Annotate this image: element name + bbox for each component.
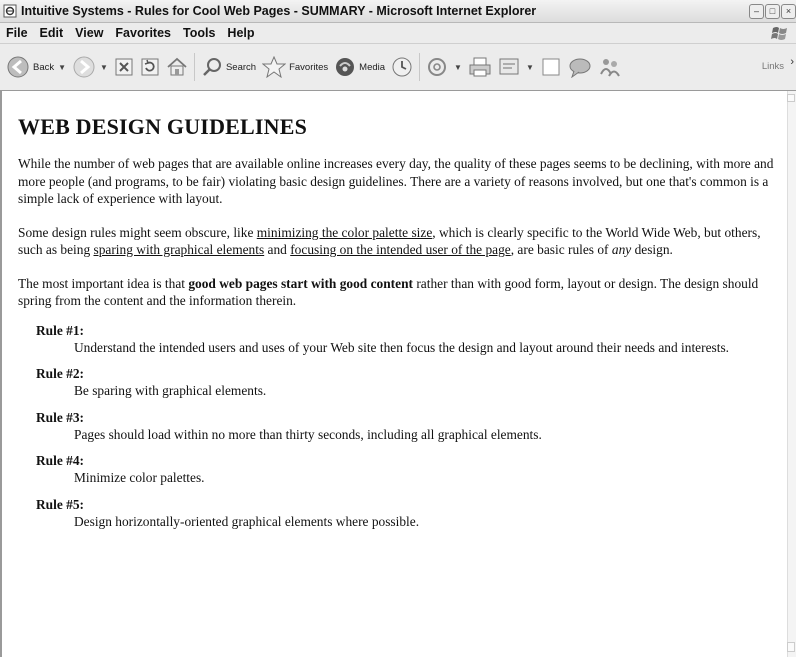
rule-text: Pages should load within no more than th… bbox=[74, 426, 542, 442]
rule-title: Rule #1: bbox=[36, 322, 84, 338]
maximize-icon[interactable]: □ bbox=[765, 4, 780, 19]
rule-3: Rule #3: Pages should load within no mor… bbox=[36, 409, 784, 444]
menu-view[interactable]: View bbox=[75, 26, 103, 40]
rule-text: Be sparing with graphical elements. bbox=[74, 383, 267, 398]
rule-text: Design horizontally-oriented graphical e… bbox=[74, 513, 420, 529]
back-button[interactable]: Back ▼ bbox=[6, 55, 66, 79]
browser-window: Intuitive Systems - Rules for Cool Web P… bbox=[0, 0, 796, 657]
rules-list: Rule #1: Understand the intended users a… bbox=[36, 322, 784, 531]
page-heading: WEB DESIGN GUIDELINES bbox=[18, 114, 308, 139]
link-minimizing-color-palette[interactable]: minimizing the color palette size bbox=[257, 225, 433, 240]
rule-title: Rule #4: bbox=[36, 453, 84, 468]
search-icon bbox=[203, 58, 221, 76]
refresh-icon bbox=[141, 58, 159, 76]
scroll-up-icon[interactable] bbox=[787, 94, 795, 102]
discuss-button[interactable] bbox=[540, 56, 562, 78]
messenger-icon bbox=[569, 58, 591, 78]
menu-bar: File Edit View Favorites Tools Help bbox=[0, 23, 796, 44]
toolbar-separator bbox=[193, 53, 195, 81]
stop-button[interactable] bbox=[114, 57, 134, 77]
edit-icon bbox=[499, 58, 519, 75]
print-button[interactable] bbox=[468, 56, 492, 78]
refresh-button[interactable] bbox=[140, 57, 160, 77]
search-button[interactable]: Search bbox=[201, 56, 256, 78]
print-icon bbox=[469, 57, 491, 77]
discuss-icon bbox=[542, 58, 560, 76]
page-content: WEB DESIGN GUIDELINES While the number o… bbox=[0, 91, 796, 657]
text-span: design. bbox=[631, 242, 673, 257]
media-button[interactable]: Media bbox=[334, 56, 385, 78]
history-button[interactable] bbox=[391, 56, 413, 78]
rule-text: Minimize color palettes. bbox=[74, 470, 205, 485]
menu-tools[interactable]: Tools bbox=[183, 26, 215, 40]
mail-button[interactable]: ▼ bbox=[426, 56, 462, 78]
document: WEB DESIGN GUIDELINES While the number o… bbox=[14, 91, 784, 539]
home-icon bbox=[167, 57, 187, 76]
content-paragraph: The most important idea is that good web… bbox=[18, 275, 784, 310]
rule-title: Rule #5: bbox=[36, 496, 84, 512]
messenger-button[interactable] bbox=[568, 56, 592, 78]
intro-paragraph: While the number of web pages that are a… bbox=[18, 156, 774, 206]
forward-dropdown-icon[interactable]: ▼ bbox=[100, 63, 108, 72]
research-icon bbox=[599, 59, 620, 77]
text-span: Some design rules might seem obscure, li… bbox=[18, 224, 257, 240]
menu-file[interactable]: File bbox=[6, 26, 28, 40]
rule-5: Rule #5: Design horizontally-oriented gr… bbox=[36, 496, 784, 531]
home-button[interactable] bbox=[166, 57, 188, 77]
rule-2: Rule #2: Be sparing with graphical eleme… bbox=[36, 365, 784, 400]
back-dropdown-icon[interactable]: ▼ bbox=[58, 63, 66, 72]
history-icon bbox=[392, 57, 412, 77]
links-label[interactable]: Links bbox=[762, 61, 784, 72]
rule-4: Rule #4: Minimize color palettes. bbox=[36, 452, 784, 487]
bold-phrase: good web pages start with good content bbox=[188, 275, 413, 291]
search-label: Search bbox=[225, 61, 257, 73]
rule-title: Rule #3: bbox=[36, 409, 84, 425]
stop-icon bbox=[115, 58, 133, 76]
design-rules-paragraph: Some design rules might seem obscure, li… bbox=[18, 224, 784, 259]
windows-flag-icon bbox=[770, 25, 790, 41]
back-arrow-icon bbox=[7, 56, 29, 78]
text-span: , are basic rules of bbox=[510, 242, 612, 257]
toolbar-separator bbox=[419, 53, 421, 81]
text-span: The most important idea is that bbox=[18, 275, 189, 291]
mail-icon bbox=[428, 58, 447, 76]
ie-page-icon bbox=[3, 4, 17, 18]
close-icon[interactable]: × bbox=[781, 4, 796, 19]
edit-dropdown-icon[interactable]: ▼ bbox=[526, 63, 534, 72]
menu-edit[interactable]: Edit bbox=[40, 26, 64, 40]
rule-title: Rule #2: bbox=[36, 366, 84, 381]
mail-dropdown-icon[interactable]: ▼ bbox=[454, 63, 462, 72]
minimize-icon[interactable]: – bbox=[749, 4, 764, 19]
media-icon bbox=[336, 58, 355, 76]
rule-text: Understand the intended users and uses o… bbox=[74, 339, 730, 355]
link-sparing-graphical-elements[interactable]: sparing with graphical elements bbox=[94, 242, 265, 257]
menu-help[interactable]: Help bbox=[227, 26, 254, 40]
scroll-down-icon[interactable] bbox=[787, 642, 795, 652]
rule-1: Rule #1: Understand the intended users a… bbox=[36, 322, 784, 357]
research-button[interactable] bbox=[598, 56, 622, 78]
title-bar: Intuitive Systems - Rules for Cool Web P… bbox=[0, 0, 796, 23]
window-controls: – □ × bbox=[749, 4, 796, 19]
emphasis-any: any bbox=[611, 242, 632, 257]
media-label: Media bbox=[359, 61, 386, 73]
forward-arrow-icon bbox=[73, 56, 95, 78]
favorites-label: Favorites bbox=[289, 61, 329, 73]
vertical-scrollbar[interactable] bbox=[787, 91, 796, 657]
toolbar: Back ▼ ▼ Search Favorites Media ▼ ▼ Link… bbox=[0, 44, 796, 91]
favorites-button[interactable]: Favorites bbox=[262, 56, 328, 78]
window-title: Intuitive Systems - Rules for Cool Web P… bbox=[21, 4, 537, 18]
back-label: Back bbox=[33, 61, 55, 73]
menu-favorites[interactable]: Favorites bbox=[115, 26, 171, 40]
link-focusing-intended-user[interactable]: focusing on the intended user of the pag… bbox=[290, 242, 511, 257]
favorites-star-icon bbox=[262, 56, 287, 78]
edit-button[interactable]: ▼ bbox=[498, 56, 534, 78]
text-span: and bbox=[264, 242, 291, 257]
toolbar-overflow-icon[interactable]: › bbox=[790, 56, 794, 68]
forward-button[interactable]: ▼ bbox=[72, 55, 108, 79]
